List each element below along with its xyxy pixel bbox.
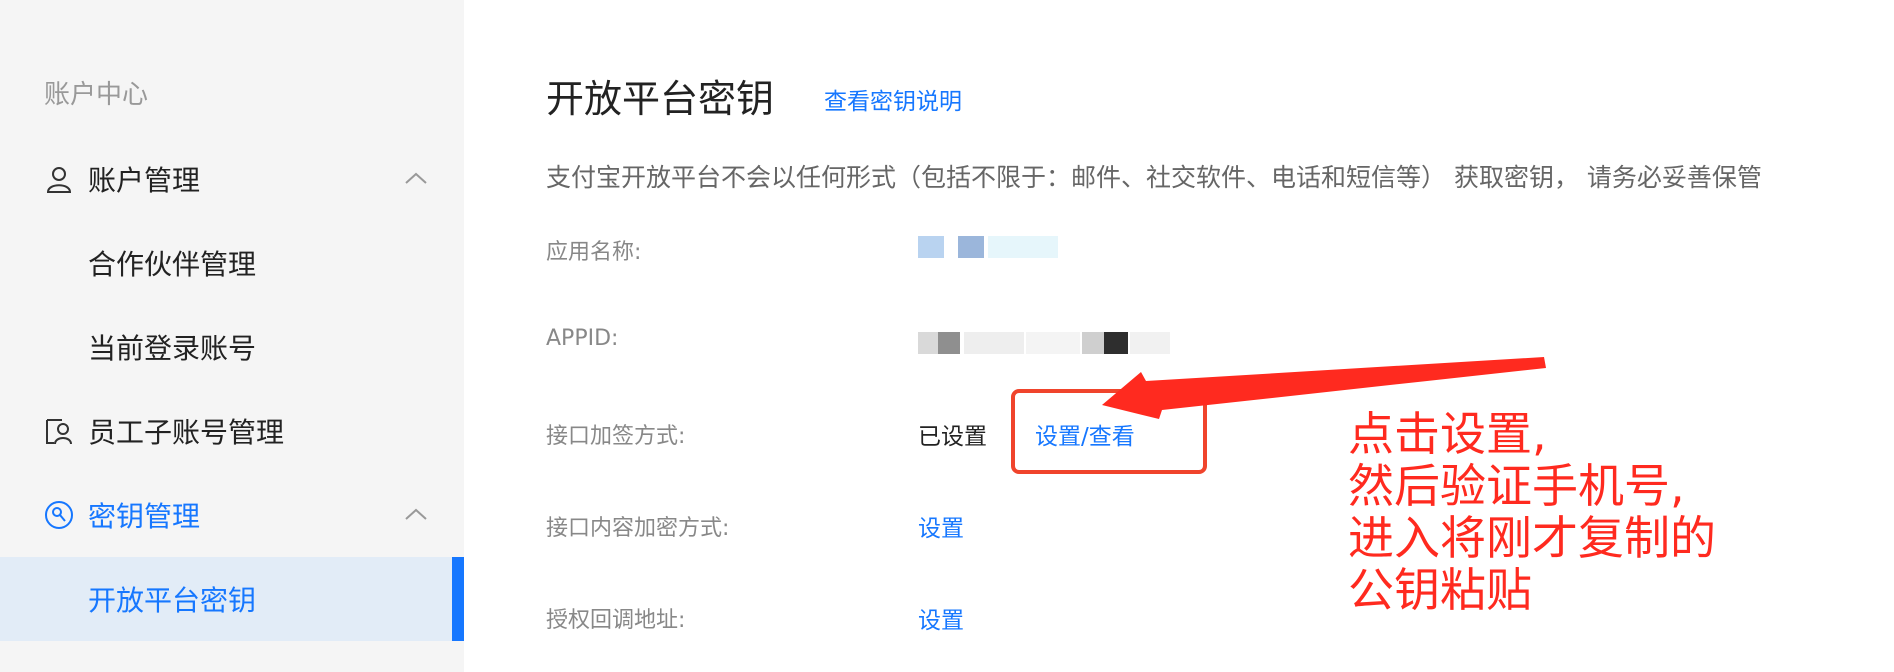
chevron-up-icon[interactable]: [402, 165, 430, 193]
sidebar-item-staff-subaccount[interactable]: 员工子账号管理: [0, 389, 464, 473]
signing-method-label: 接口加签方式:: [546, 424, 686, 449]
sidebar-item-open-platform-key[interactable]: 开放平台密钥: [0, 557, 464, 641]
annotation-highlight-box: [1011, 389, 1207, 474]
page-title: 开放平台密钥: [546, 77, 775, 121]
key-search-icon: [44, 500, 74, 530]
user-icon: [44, 164, 74, 194]
sidebar-item-partner-management[interactable]: 合作伙伴管理: [0, 221, 464, 305]
set-auth-callback-link[interactable]: 设置: [918, 601, 964, 635]
security-notice: 支付宝开放平台不会以任何形式（包括不限于：邮件、社交软件、电话和短信等） 获取密…: [546, 163, 1762, 192]
annotation-line: 公钥粘贴: [1348, 563, 1532, 617]
annotation-line: 点击设置,: [1348, 407, 1547, 461]
sidebar-item-label: 当前登录账号: [88, 332, 257, 365]
signing-status: 已设置: [918, 424, 987, 450]
appid-label: APPID:: [546, 326, 619, 351]
selected-indicator: [452, 557, 464, 641]
annotation-text: 点击设置, 然后验证手机号, 进入将刚才复制的 公钥粘贴: [1348, 408, 1716, 616]
sidebar-item-label: 账户管理: [88, 164, 201, 197]
set-content-encryption-link[interactable]: 设置: [918, 509, 964, 543]
sidebar-item-key-management[interactable]: 密钥管理: [0, 473, 464, 557]
chevron-up-icon[interactable]: [402, 501, 430, 529]
sidebar-section-title: 账户中心: [44, 80, 149, 110]
sidebar: 账户中心 账户管理 合作伙伴管理 当前登录账号 员工子账号管理 密钥管理 开放平…: [0, 0, 464, 672]
sidebar-item-label: 密钥管理: [88, 500, 201, 533]
annotation-line: 进入将刚才复制的: [1348, 511, 1716, 565]
auth-callback-label: 授权回调地址:: [546, 608, 686, 633]
sidebar-item-label: 开放平台密钥: [88, 584, 257, 617]
app-name-label: 应用名称:: [546, 240, 642, 265]
content-encryption-label: 接口内容加密方式:: [546, 516, 730, 541]
staff-icon: [44, 416, 74, 446]
sidebar-item-label: 员工子账号管理: [88, 416, 285, 449]
view-key-docs-link[interactable]: 查看密钥说明: [824, 82, 962, 116]
annotation-line: 然后验证手机号,: [1348, 459, 1685, 513]
sidebar-item-account-management[interactable]: 账户管理: [0, 137, 464, 221]
sidebar-item-label: 合作伙伴管理: [88, 248, 257, 281]
sidebar-item-current-login-account[interactable]: 当前登录账号: [0, 305, 464, 389]
